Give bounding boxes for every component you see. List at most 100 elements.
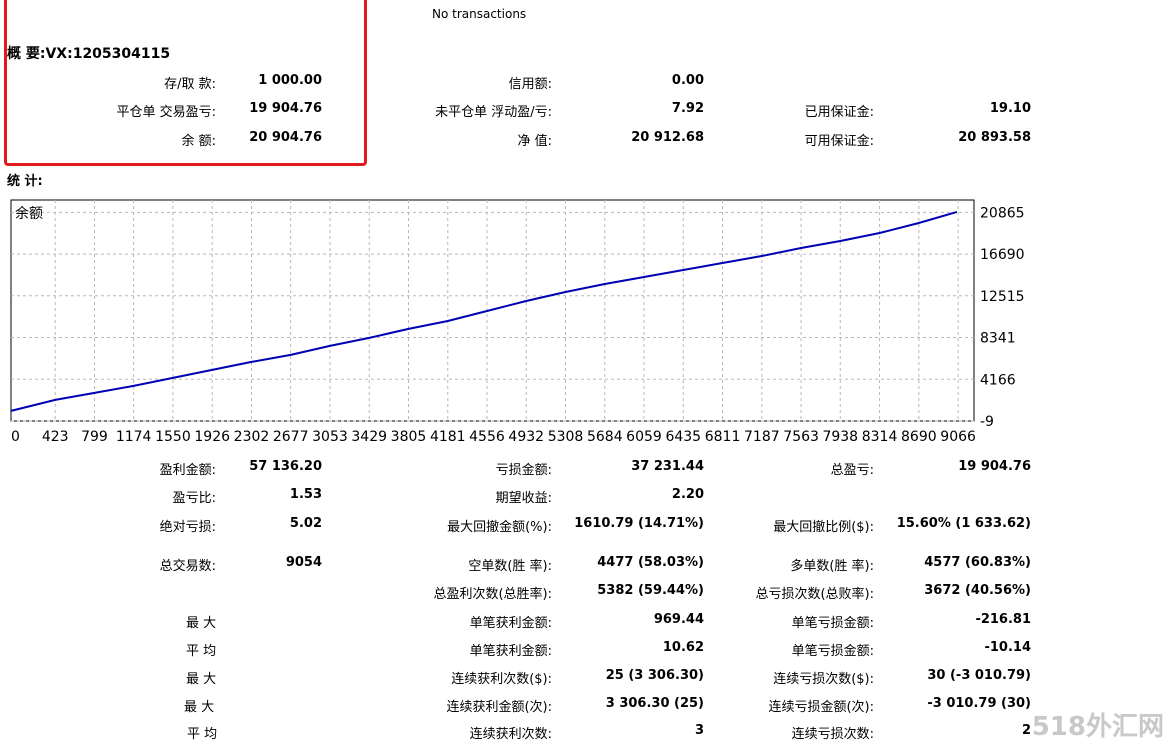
largest-row-label: 最 大	[186, 616, 217, 631]
profit-factor-label: 盈亏比:	[172, 491, 216, 506]
watermark-logo: 518外汇网	[1031, 712, 1164, 742]
loss-trades-value: 3672 (40.56%)	[924, 583, 1031, 598]
credit-label: 信用额:	[508, 77, 552, 92]
equity-label: 净 值:	[517, 134, 552, 149]
x-tick-label: 7938	[822, 429, 858, 445]
max-consec-wins-value: 25 (3 306.30)	[605, 668, 704, 683]
x-tick-label: 423	[42, 429, 69, 445]
y-tick-label: 16690	[980, 247, 1025, 263]
margin-label: 已用保证金:	[804, 105, 874, 120]
gross-loss-label: 亏损金额:	[495, 463, 552, 478]
x-tick-label: 2677	[273, 429, 309, 445]
x-tick-label: 7187	[744, 429, 780, 445]
balance-value: 20 904.76	[249, 130, 322, 145]
avg-consec-wins-label: 连续获利次数:	[469, 727, 552, 742]
avg-consec-wins-value: 3	[694, 723, 704, 738]
profit-factor-value: 1.53	[289, 487, 322, 502]
gross-profit-label: 盈利金额:	[159, 463, 216, 478]
largest-profit-value: 969.44	[653, 612, 704, 627]
gross-loss-value: 37 231.44	[631, 459, 704, 474]
closed-pl-label: 平仓单 交易盈亏:	[116, 105, 216, 120]
free-margin-label: 可用保证金:	[804, 134, 874, 149]
avg-consec-losses-label: 连续亏损次数:	[791, 727, 874, 742]
largest-loss-label: 单笔亏损金额:	[791, 616, 874, 631]
x-tick-label: 1174	[116, 429, 152, 445]
avg-loss-value: -10.14	[984, 640, 1031, 655]
y-tick-label: 4166	[980, 372, 1016, 388]
average-row-label: 平 均	[186, 644, 217, 659]
x-tick-label: 8314	[862, 429, 898, 445]
loss-trades-label: 总亏损次数(总败率):	[755, 587, 874, 602]
short-trades-value: 4477 (58.03%)	[597, 555, 704, 570]
margin-value: 19.10	[989, 101, 1031, 116]
chart-series-label: 余额	[15, 205, 43, 222]
max-consec-losses-label: 连续亏损次数($):	[773, 672, 874, 687]
expected-payoff-value: 2.20	[671, 487, 704, 502]
y-tick-label: 20865	[980, 205, 1025, 221]
x-tick-label: 6811	[705, 429, 741, 445]
gross-profit-value: 57 136.20	[249, 459, 322, 474]
max-consec-wins-label: 连续获利次数($):	[451, 672, 552, 687]
avg-profit-value: 10.62	[662, 640, 704, 655]
avg-profit-label: 单笔获利金额:	[469, 644, 552, 659]
x-tick-label: 799	[81, 429, 108, 445]
x-tick-label: 4181	[430, 429, 466, 445]
max-drawdown-label: 最大回撤金额(%):	[447, 520, 552, 535]
x-tick-label: 3429	[351, 429, 387, 445]
largest-profit-label: 单笔获利金额:	[469, 616, 552, 631]
y-tick-label: -9	[980, 414, 994, 430]
x-tick-label: 4932	[508, 429, 544, 445]
x-tick-label: 6435	[665, 429, 701, 445]
x-tick-label: 7563	[783, 429, 819, 445]
profit-trades-label: 总盈利次数(总胜率):	[433, 587, 552, 602]
credit-value: 0.00	[671, 73, 704, 88]
x-tick-label: 9066	[940, 429, 976, 445]
net-profit-label: 总盈亏:	[830, 463, 874, 478]
no-transactions-text: No transactions	[432, 7, 527, 21]
expected-payoff-label: 期望收益:	[495, 491, 552, 506]
x-tick-label: 6059	[626, 429, 662, 445]
max-consec-loss-value: -3 010.79 (30)	[927, 696, 1031, 711]
balance-label: 余 额:	[181, 134, 216, 149]
y-tick-label: 12515	[980, 289, 1025, 305]
deposit-value: 1 000.00	[258, 73, 322, 88]
balance-chart: 余额 0 423 799 1174 1550 1926 2302 2677 3053 3429 38…	[10, 199, 1025, 445]
rel-drawdown-value: 15.60% (1 633.62)	[896, 516, 1031, 531]
max-consec-profit-value: 3 306.30 (25)	[605, 696, 704, 711]
rel-drawdown-label: 最大回撤比例($):	[773, 520, 874, 535]
closed-pl-value: 19 904.76	[249, 101, 322, 116]
y-tick-label: 8341	[980, 331, 1016, 347]
x-tick-label: 2302	[234, 429, 270, 445]
x-tick-label: 3053	[312, 429, 348, 445]
avg-consec-losses-value: 2	[1021, 723, 1031, 738]
max-consec-loss-label: 连续亏损金额(次):	[768, 700, 874, 715]
x-tick-label: 8690	[901, 429, 937, 445]
total-trades-value: 9054	[285, 555, 322, 570]
x-tick-label: 4556	[469, 429, 505, 445]
x-tick-label: 3805	[391, 429, 427, 445]
free-margin-value: 20 893.58	[958, 130, 1031, 145]
short-trades-label: 空单数(胜 率):	[468, 559, 552, 574]
net-profit-value: 19 904.76	[958, 459, 1031, 474]
deposit-label: 存/取 款:	[164, 77, 216, 92]
long-trades-label: 多单数(胜 率):	[790, 559, 874, 574]
x-tick-label: 5308	[548, 429, 584, 445]
avg-consec-row-label: 平 均	[187, 727, 218, 742]
profit-trades-value: 5382 (59.44%)	[597, 583, 704, 598]
max-consec-profit-label: 连续获利金额(次):	[446, 700, 552, 715]
long-trades-value: 4577 (60.83%)	[924, 555, 1031, 570]
total-trades-label: 总交易数:	[159, 559, 216, 574]
summary-title: 概 要:VX:1205304115	[7, 46, 171, 62]
equity-value: 20 912.68	[631, 130, 704, 145]
floating-label: 未平仓单 浮动盈/亏:	[435, 105, 552, 120]
x-tick-label: 1550	[155, 429, 191, 445]
x-tick-label: 5684	[587, 429, 623, 445]
avg-loss-label: 单笔亏损金额:	[791, 644, 874, 659]
abs-drawdown-value: 5.02	[289, 516, 322, 531]
x-tick-label: 0	[11, 429, 20, 445]
max-consec-amount-row-label: 最 大	[184, 700, 215, 715]
abs-drawdown-label: 绝对亏损:	[159, 520, 216, 535]
max-consec-row-label: 最 大	[186, 672, 217, 687]
stats-title: 统 计:	[7, 174, 43, 189]
largest-loss-value: -216.81	[975, 612, 1031, 627]
